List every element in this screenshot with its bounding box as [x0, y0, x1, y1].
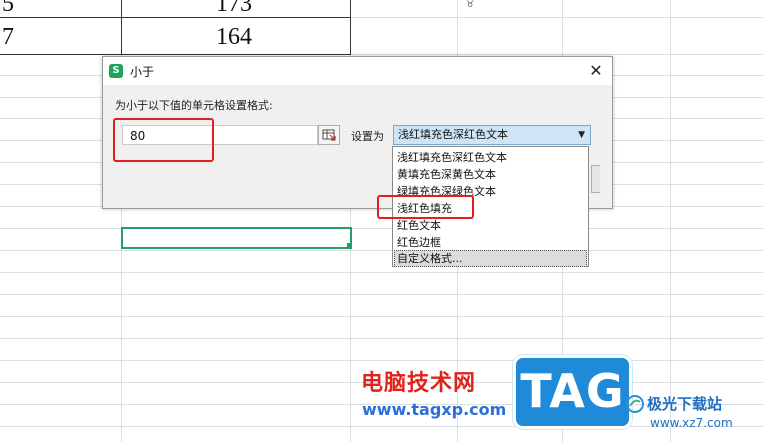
- set-as-label: 设置为: [351, 130, 384, 143]
- dialog-titlebar[interactable]: S 小于 ✕: [103, 57, 612, 85]
- fill-handle[interactable]: [347, 243, 352, 248]
- selected-cell[interactable]: [121, 227, 352, 249]
- option-highlight-box: [377, 195, 474, 219]
- watermark-brand-url: www.xz7.com: [650, 416, 733, 430]
- cell-a1[interactable]: 5: [2, 0, 14, 18]
- dropdown-option[interactable]: 红色边框: [394, 234, 587, 251]
- cell-a2[interactable]: 7: [2, 24, 14, 51]
- dialog-title: 小于: [130, 65, 155, 79]
- dropdown-option[interactable]: 浅红填充色深红色文本: [394, 149, 587, 166]
- dialog-prompt: 为小于以下值的单元格设置格式:: [115, 99, 273, 112]
- value-highlight-box: [113, 118, 214, 162]
- watermark-site-name: 电脑技术网: [361, 371, 477, 396]
- dropdown-option-highlighted[interactable]: 自定义格式...: [394, 250, 587, 267]
- tag-logo-badge: TAG: [513, 355, 632, 429]
- aurora-logo-icon: [626, 395, 644, 413]
- ok-button[interactable]: [591, 165, 600, 193]
- small-mark-icon: ♉: [466, 0, 475, 10]
- watermark-site-url: www.tagxp.com: [362, 400, 507, 419]
- format-select-value: 浅红填充色深红色文本: [398, 128, 508, 141]
- range-select-button[interactable]: [318, 125, 340, 145]
- watermark-brand: 极光下载站: [647, 395, 723, 413]
- dropdown-option[interactable]: 黄填充色深黄色文本: [394, 166, 587, 183]
- cell-b1[interactable]: 173: [216, 0, 252, 18]
- wps-app-icon: S: [109, 64, 123, 78]
- cell-b2[interactable]: 164: [216, 24, 252, 51]
- chevron-down-icon[interactable]: ▼: [578, 126, 585, 144]
- close-button[interactable]: ✕: [584, 59, 608, 83]
- range-select-icon: [322, 129, 336, 141]
- format-select[interactable]: 浅红填充色深红色文本 ▼: [393, 125, 591, 145]
- dropdown-option[interactable]: 红色文本: [394, 217, 587, 234]
